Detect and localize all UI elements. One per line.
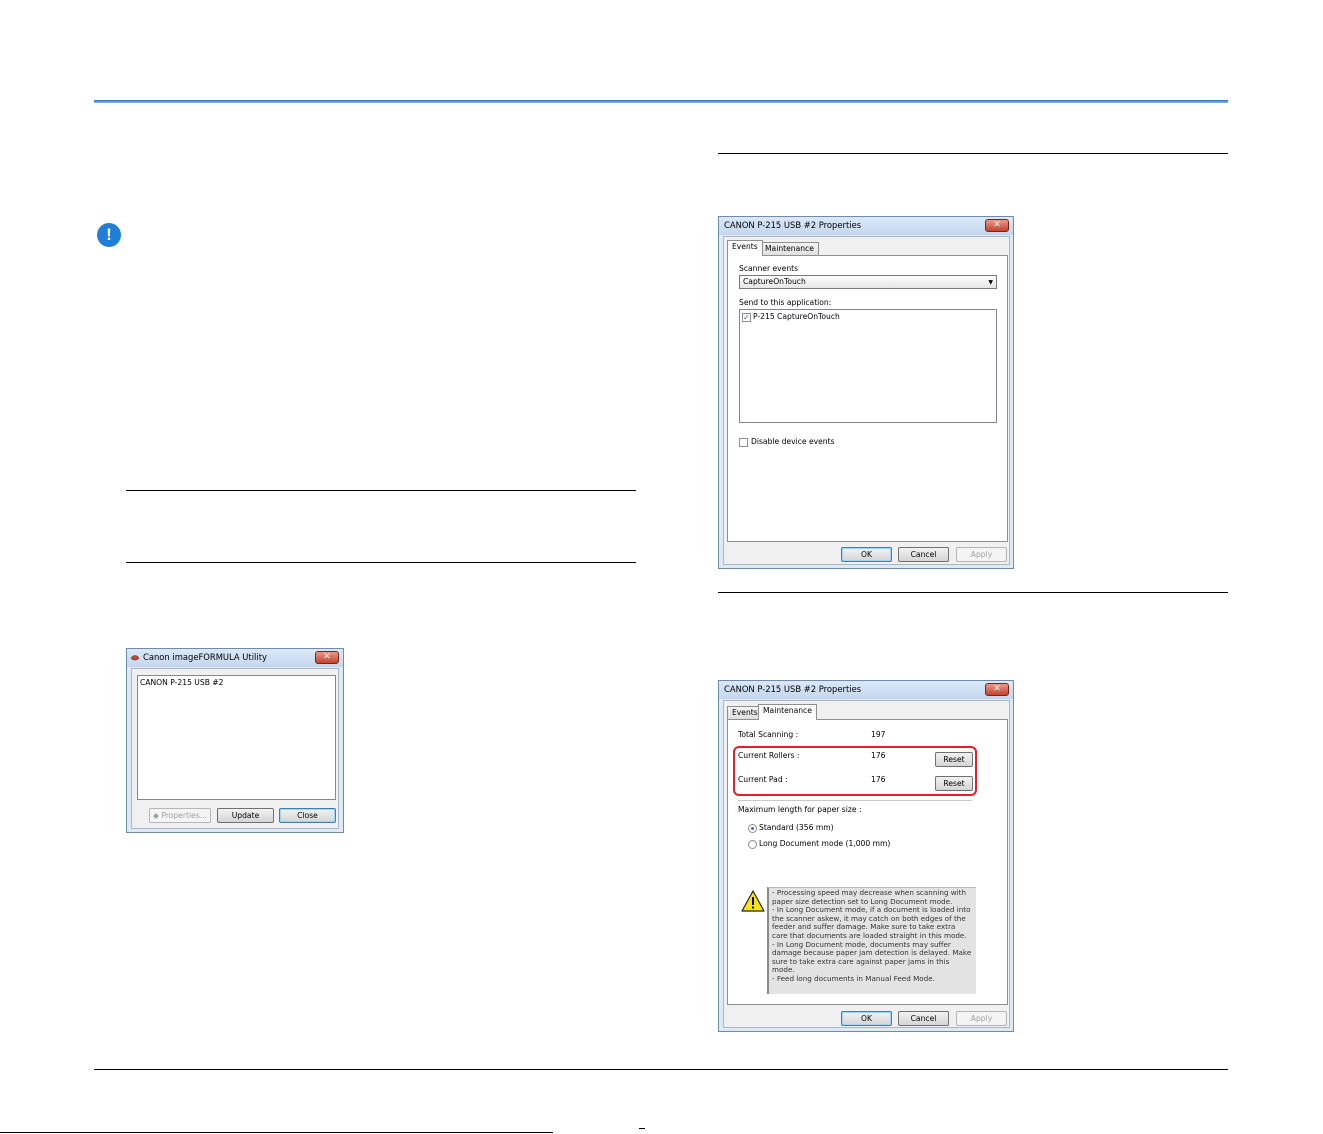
tab-maintenance[interactable]: Maintenance (760, 242, 819, 256)
list-item: P-215 CaptureOnTouch (753, 312, 840, 321)
warning-icon (741, 890, 765, 912)
properties-button[interactable]: ◆ Properties... (149, 808, 211, 823)
maintenance-properties-dialog: CANON P-215 USB #2 Properties ✕ Events M… (718, 680, 1014, 1032)
divider (738, 800, 972, 801)
apply-button[interactable]: Apply (956, 547, 1007, 562)
section-rule (126, 562, 636, 563)
section-rule (126, 490, 636, 491)
utility-dialog: Canon imageFORMULA Utility ✕ CANON P-215… (126, 648, 344, 833)
application-list[interactable]: ✓ P-215 CaptureOnTouch (739, 309, 997, 423)
current-rollers-label: Current Rollers : (738, 751, 800, 760)
events-properties-dialog: CANON P-215 USB #2 Properties ✕ Events M… (718, 216, 1014, 569)
cancel-button[interactable]: Cancel (898, 547, 949, 562)
maintenance-panel: Total Scanning : 197 Current Rollers : 1… (727, 719, 1008, 1005)
long-document-radio-label: Long Document mode (1,000 mm) (759, 839, 891, 848)
footer-rule (94, 1069, 1228, 1070)
close-button[interactable]: Close (279, 808, 336, 823)
utility-title: Canon imageFORMULA Utility (143, 652, 267, 662)
utility-titlebar: Canon imageFORMULA Utility ✕ (127, 649, 343, 667)
long-document-radio[interactable] (748, 840, 757, 849)
scanner-events-label: Scanner events (739, 264, 799, 273)
important-icon: ! (97, 223, 121, 247)
tab-maintenance[interactable]: Maintenance (758, 704, 817, 720)
maintenance-titlebar: CANON P-215 USB #2 Properties ✕ (719, 681, 1013, 699)
apply-button[interactable]: Apply (956, 1011, 1007, 1026)
ok-button[interactable]: OK (841, 1011, 892, 1026)
update-button[interactable]: Update (217, 808, 274, 823)
scanner-events-select[interactable]: CaptureOnTouch ▼ (739, 275, 997, 289)
send-to-label: Send to this application: (739, 298, 832, 307)
events-panel: Scanner events CaptureOnTouch ▼ Send to … (727, 255, 1008, 542)
app-checkbox[interactable]: ✓ (742, 313, 751, 322)
standard-radio-label: Standard (356 mm) (759, 823, 834, 832)
footnote-rule (0, 1132, 553, 1133)
warning-text: - Processing speed may decrease when sca… (767, 887, 976, 994)
cancel-button[interactable]: Cancel (898, 1011, 949, 1026)
current-pad-label: Current Pad : (738, 775, 788, 784)
section-rule (718, 592, 1228, 593)
close-icon[interactable]: ✕ (315, 651, 339, 664)
header-rule (94, 100, 1228, 103)
ok-button[interactable]: OK (841, 547, 892, 562)
close-icon[interactable]: ✕ (985, 219, 1009, 232)
tab-events[interactable]: Events (727, 240, 763, 256)
maintenance-body: Events Maintenance Total Scanning : 197 … (723, 700, 1010, 1028)
utility-body: CANON P-215 USB #2 ◆ Properties... Updat… (131, 668, 339, 829)
chevron-down-icon: ▼ (988, 279, 993, 286)
current-rollers-value: 176 (871, 751, 886, 760)
max-length-label: Maximum length for paper size : (738, 805, 862, 814)
app-icon (130, 655, 140, 661)
events-body: Events Maintenance Scanner events Captur… (723, 236, 1010, 565)
reset-rollers-button[interactable]: Reset (935, 752, 973, 767)
total-scanning-label: Total Scanning : (738, 730, 799, 739)
total-scanning-value: 197 (871, 730, 886, 739)
disable-events-checkbox[interactable] (739, 438, 748, 447)
standard-radio[interactable] (748, 824, 757, 833)
events-dialog-title: CANON P-215 USB #2 Properties (724, 220, 862, 230)
footer-mark (639, 1128, 645, 1129)
section-rule (718, 153, 1228, 154)
events-titlebar: CANON P-215 USB #2 Properties ✕ (719, 217, 1013, 235)
disable-events-label: Disable device events (751, 437, 835, 446)
properties-icon: ◆ (153, 811, 159, 820)
reset-pad-button[interactable]: Reset (935, 776, 973, 791)
maintenance-dialog-title: CANON P-215 USB #2 Properties (724, 684, 862, 694)
close-icon[interactable]: ✕ (985, 683, 1009, 696)
current-pad-value: 176 (871, 775, 886, 784)
list-item[interactable]: CANON P-215 USB #2 (140, 678, 224, 687)
device-list[interactable]: CANON P-215 USB #2 (137, 675, 336, 800)
